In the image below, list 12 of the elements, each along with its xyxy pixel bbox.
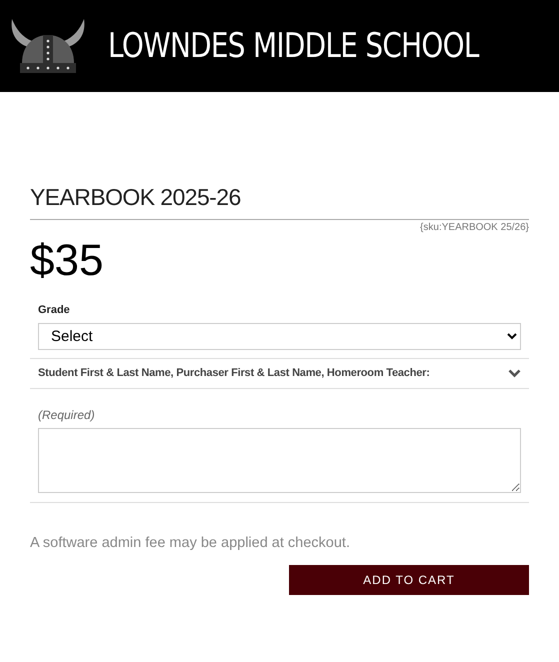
details-textarea[interactable]	[38, 428, 521, 492]
product-title: YEARBOOK 2025-26	[30, 184, 241, 210]
grade-label: Grade	[38, 304, 70, 316]
grade-select[interactable]: Select	[38, 322, 521, 350]
details-accordion-header[interactable]: Student First & Last Name, Purchaser First & Last Name, Homeroom Teacher:	[30, 358, 529, 388]
school-name: LOWNDES MIDDLE SCHOOL	[108, 24, 479, 68]
sku-text: {sku:YEARBOOK 25/26}	[420, 220, 529, 234]
fee-note: A software admin fee may be applied at checkout.	[30, 534, 350, 550]
required-hint: (Required)	[38, 408, 95, 422]
add-to-cart-button[interactable]: ADD TO CART	[289, 564, 529, 594]
price: $35	[30, 236, 104, 284]
chevron-down-icon	[508, 368, 521, 378]
